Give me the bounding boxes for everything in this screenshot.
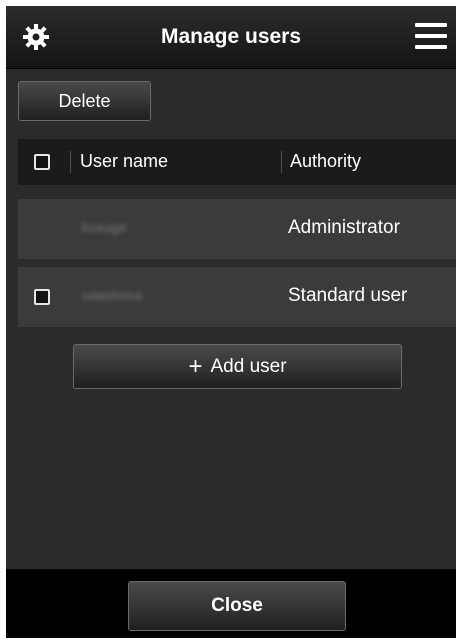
column-header-authority: Authority xyxy=(290,151,362,171)
hamburger-menu-icon xyxy=(415,23,447,27)
authority-cell: Administrator xyxy=(288,217,400,238)
settings-button[interactable] xyxy=(20,21,52,53)
menu-button[interactable] xyxy=(415,20,447,52)
column-separator xyxy=(281,151,282,173)
page-title: Manage users xyxy=(160,25,302,48)
add-user-button[interactable]: + Add user xyxy=(73,344,402,389)
plus-icon: + xyxy=(188,352,203,380)
column-header-user-name: User name xyxy=(80,151,169,171)
user-name-cell: kosuge xyxy=(82,220,127,235)
close-button[interactable]: Close xyxy=(128,581,346,631)
add-user-label: Add user xyxy=(210,355,287,377)
footer-bar: Close xyxy=(6,569,456,638)
delete-button[interactable]: Delete xyxy=(18,81,151,121)
authority-cell: Standard user xyxy=(288,285,408,306)
main-content: Delete User name Authority kosuge Admini… xyxy=(6,69,456,569)
row-checkbox[interactable] xyxy=(34,289,50,305)
table-row[interactable]: kosuge Administrator xyxy=(18,199,456,259)
table-row[interactable]: odashima Standard user xyxy=(18,267,456,327)
select-all-checkbox[interactable] xyxy=(34,154,50,170)
app-window: Manage users Delete User name Authority … xyxy=(6,6,456,638)
gear-icon xyxy=(23,24,49,50)
table-header: User name Authority xyxy=(18,139,456,185)
header-bar: Manage users xyxy=(6,6,456,69)
user-name-cell: odashima xyxy=(82,288,143,303)
column-separator xyxy=(70,151,71,173)
